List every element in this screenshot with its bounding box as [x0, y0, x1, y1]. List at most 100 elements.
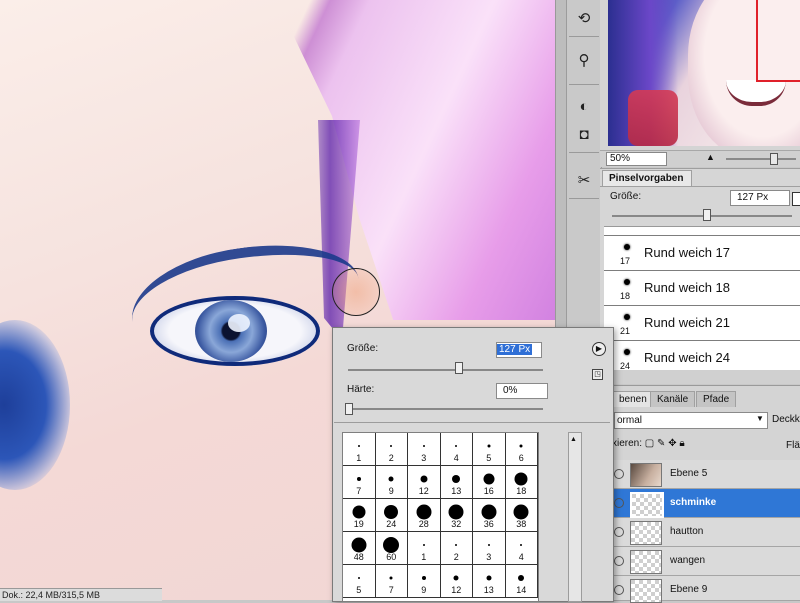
brush-cell[interactable]: 48 [343, 532, 376, 565]
brush-cell[interactable]: 5 [473, 433, 506, 466]
brush-cell[interactable]: 32 [440, 499, 473, 532]
brush-tip-icon [421, 576, 426, 580]
brush-cell[interactable]: 1 [408, 532, 441, 565]
brush-cell[interactable]: 12 [408, 466, 441, 499]
picker-size-slider-thumb[interactable] [455, 362, 463, 374]
brush-cell[interactable]: 9 [375, 466, 408, 499]
tools-icon[interactable]: ✂ [571, 168, 597, 192]
list-item[interactable]: 17 Rund weich 17 [604, 236, 800, 271]
brush-cell[interactable]: 9 [408, 565, 441, 598]
history-brush-icon[interactable]: ⟲ [571, 6, 597, 30]
navigator-preview[interactable] [608, 0, 800, 146]
brush-size-slider-thumb[interactable] [703, 209, 711, 221]
picker-menu-icon[interactable]: ▶ [592, 342, 606, 356]
layer-row[interactable]: wangen [612, 547, 800, 576]
layer-row[interactable]: Ebene 9 [612, 576, 800, 603]
brush-name: Rund weich 21 [644, 315, 730, 330]
brush-size-label: Größe: [610, 191, 642, 202]
picker-size-slider-track[interactable] [348, 369, 543, 371]
brush-cell[interactable]: 3 [473, 532, 506, 565]
zoom-field[interactable]: 50% [606, 152, 667, 166]
layer-row[interactable]: Ebene 5 [612, 460, 800, 489]
brush-cell-label: 2 [388, 453, 394, 463]
tab-channels[interactable]: Kanäle [650, 391, 696, 407]
zoom-slider-thumb[interactable] [770, 153, 778, 165]
brush-tip-icon [389, 576, 393, 580]
picker-hardness-label: Härte: [347, 384, 375, 395]
list-item[interactable]: 18 Rund weich 18 [604, 271, 800, 306]
tab-layers[interactable]: benen [612, 391, 654, 407]
brush-cell[interactable]: 1 [343, 433, 376, 466]
lock-transparency-icon[interactable]: ▢ [645, 438, 654, 449]
brush-cell[interactable]: 18 [505, 466, 538, 499]
brush-cell[interactable]: 16 [473, 466, 506, 499]
brush-cell[interactable]: 28 [408, 499, 441, 532]
lock-label: xieren: [612, 438, 643, 449]
brush-cell[interactable]: 4 [440, 433, 473, 466]
zoom-slider-track[interactable] [726, 158, 796, 160]
brush-tip-icon [357, 577, 360, 579]
visibility-eye-icon[interactable] [614, 585, 624, 595]
new-preset-icon[interactable]: ◳ [592, 369, 603, 380]
brush-dot-icon [624, 314, 630, 320]
layer-row[interactable]: hautton [612, 518, 800, 547]
brush-tip-icon [384, 505, 399, 519]
blend-mode-select[interactable]: ormal [614, 412, 768, 429]
lock-all-icon[interactable]: 🔒︎ [679, 438, 684, 449]
clone-stamp-icon[interactable]: ⚲ [571, 48, 597, 72]
brush-cell[interactable]: 4 [505, 532, 538, 565]
brush-cell[interactable]: 13 [440, 466, 473, 499]
brush-grid-scrollbar[interactable] [568, 432, 582, 602]
brush-cell[interactable]: 3 [408, 433, 441, 466]
brush-cell[interactable]: 2 [440, 532, 473, 565]
navigator-view-box[interactable] [756, 0, 800, 82]
brush-cell[interactable]: 2 [375, 433, 408, 466]
size-toggle-icon[interactable] [792, 192, 800, 206]
brush-cell[interactable]: 14 [505, 565, 538, 598]
picker-hardness-slider-track[interactable] [348, 408, 543, 410]
brush-cell[interactable]: 13 [473, 565, 506, 598]
picker-hardness-slider-thumb[interactable] [345, 403, 353, 415]
brush-cell[interactable]: 24 [375, 499, 408, 532]
tab-brush-presets[interactable]: Pinselvorgaben [602, 170, 692, 187]
brush-cell[interactable]: 6 [505, 433, 538, 466]
brush-cell[interactable]: 7 [343, 466, 376, 499]
mask-icon[interactable]: ◘ [571, 122, 597, 146]
brush-cell[interactable]: 60 [375, 532, 408, 565]
chevron-down-icon[interactable]: ▼ [756, 414, 764, 423]
brush-cell[interactable]: 38 [505, 499, 538, 532]
list-item[interactable]: 21 Rund weich 21 [604, 306, 800, 341]
brush-tip-icon [388, 476, 394, 482]
visibility-eye-icon[interactable] [614, 556, 624, 566]
brush-size-slider-track[interactable] [612, 215, 792, 217]
picker-size-field[interactable]: 127 Px [496, 342, 542, 358]
visibility-eye-icon[interactable] [614, 498, 624, 508]
scroll-up-icon[interactable]: ▲ [570, 436, 577, 443]
zoom-out-icon[interactable]: ▲ [706, 152, 715, 162]
tab-paths[interactable]: Pfade [696, 391, 737, 407]
brush-cell-label: 7 [356, 486, 362, 496]
brush-cell-label: 12 [451, 585, 462, 595]
layer-row-selected[interactable]: schminke [612, 489, 800, 518]
brush-cell[interactable]: 36 [473, 499, 506, 532]
divider [569, 152, 599, 153]
lock-paint-icon[interactable]: ✎ [657, 438, 665, 449]
brush-cell[interactable]: 19 [343, 499, 376, 532]
visibility-eye-icon[interactable] [614, 527, 624, 537]
brush-cell-label: 9 [388, 486, 394, 496]
brush-name: Rund weich 18 [644, 280, 730, 295]
brush-tip-icon [453, 575, 459, 581]
brush-size-field[interactable]: 127 Px [730, 190, 790, 206]
brush-cell[interactable]: 12 [440, 565, 473, 598]
list-item-partial[interactable] [604, 227, 800, 236]
visibility-eye-icon[interactable] [614, 469, 624, 479]
color-icon[interactable]: ◐ [571, 94, 597, 118]
lock-move-icon[interactable]: ✥ [668, 438, 676, 449]
brush-tip-icon [455, 544, 458, 546]
opacity-label: Deckk [772, 414, 800, 425]
brush-cell[interactable]: 7 [375, 565, 408, 598]
layer-thumbnail [630, 521, 662, 545]
picker-hardness-field[interactable]: 0% [496, 383, 548, 399]
brush-cell[interactable]: 5 [343, 565, 376, 598]
brush-cell-label: 12 [418, 486, 429, 496]
